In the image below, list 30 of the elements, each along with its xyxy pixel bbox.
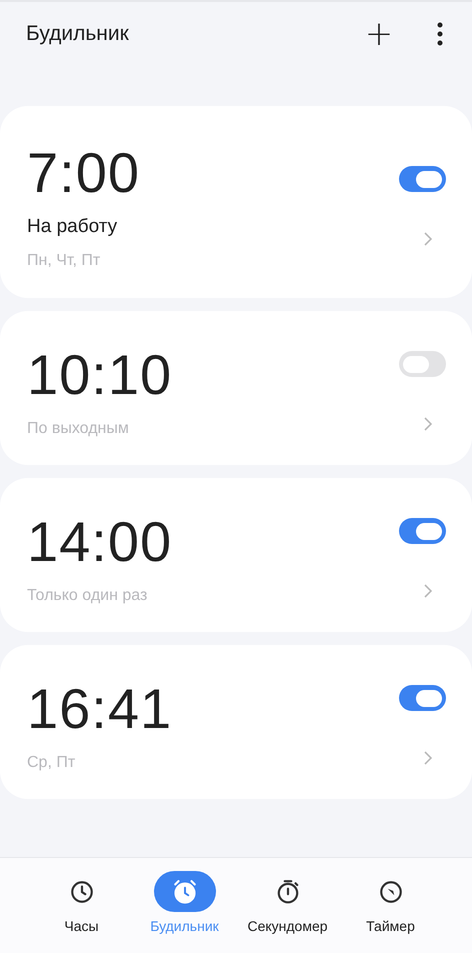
chevron-right-icon xyxy=(424,417,432,431)
chevron-right-icon xyxy=(424,232,432,246)
alarm-time: 14:00 xyxy=(27,511,174,573)
alarm-time: 16:41 xyxy=(27,678,174,740)
alarm-toggle[interactable] xyxy=(399,518,446,544)
clock-icon xyxy=(68,878,94,904)
alarm-card[interactable]: 16:41 Ср, Пт xyxy=(0,645,472,799)
stopwatch-icon xyxy=(274,878,300,904)
chevron-right-icon xyxy=(424,751,432,765)
alarm-label: На работу xyxy=(27,216,118,238)
nav-tab[interactable]: Секундомер xyxy=(236,858,339,953)
nav-tab[interactable]: Часы xyxy=(30,858,133,953)
alarm-repeat-days: Только один раз xyxy=(27,587,399,605)
alarm-card[interactable]: 14:00 Только один раз xyxy=(0,478,472,632)
alarm-toggle[interactable] xyxy=(399,166,446,192)
alarm-repeat-days: Пн, Чт, Пт xyxy=(27,252,399,270)
nav-tab[interactable]: Таймер xyxy=(339,858,442,953)
app-title: Будильник xyxy=(26,22,130,46)
chevron-right-icon xyxy=(424,584,432,598)
alarm-repeat-days: Ср, Пт xyxy=(27,754,399,772)
alarm-toggle[interactable] xyxy=(399,351,446,377)
alarm-toggle[interactable] xyxy=(399,685,446,711)
add-button[interactable]: + xyxy=(364,14,394,54)
alarm-clock-icon xyxy=(172,878,198,904)
alarm-card[interactable]: 10:10 По выходным xyxy=(0,311,472,465)
alarm-time: 10:10 xyxy=(27,344,174,406)
alarm-time: 7:00 xyxy=(27,142,141,204)
alarm-repeat-days: По выходным xyxy=(27,420,399,438)
timer-icon xyxy=(378,878,404,904)
alarm-card[interactable]: 7:00 На работу Пн, Чт, Пт xyxy=(0,106,472,298)
